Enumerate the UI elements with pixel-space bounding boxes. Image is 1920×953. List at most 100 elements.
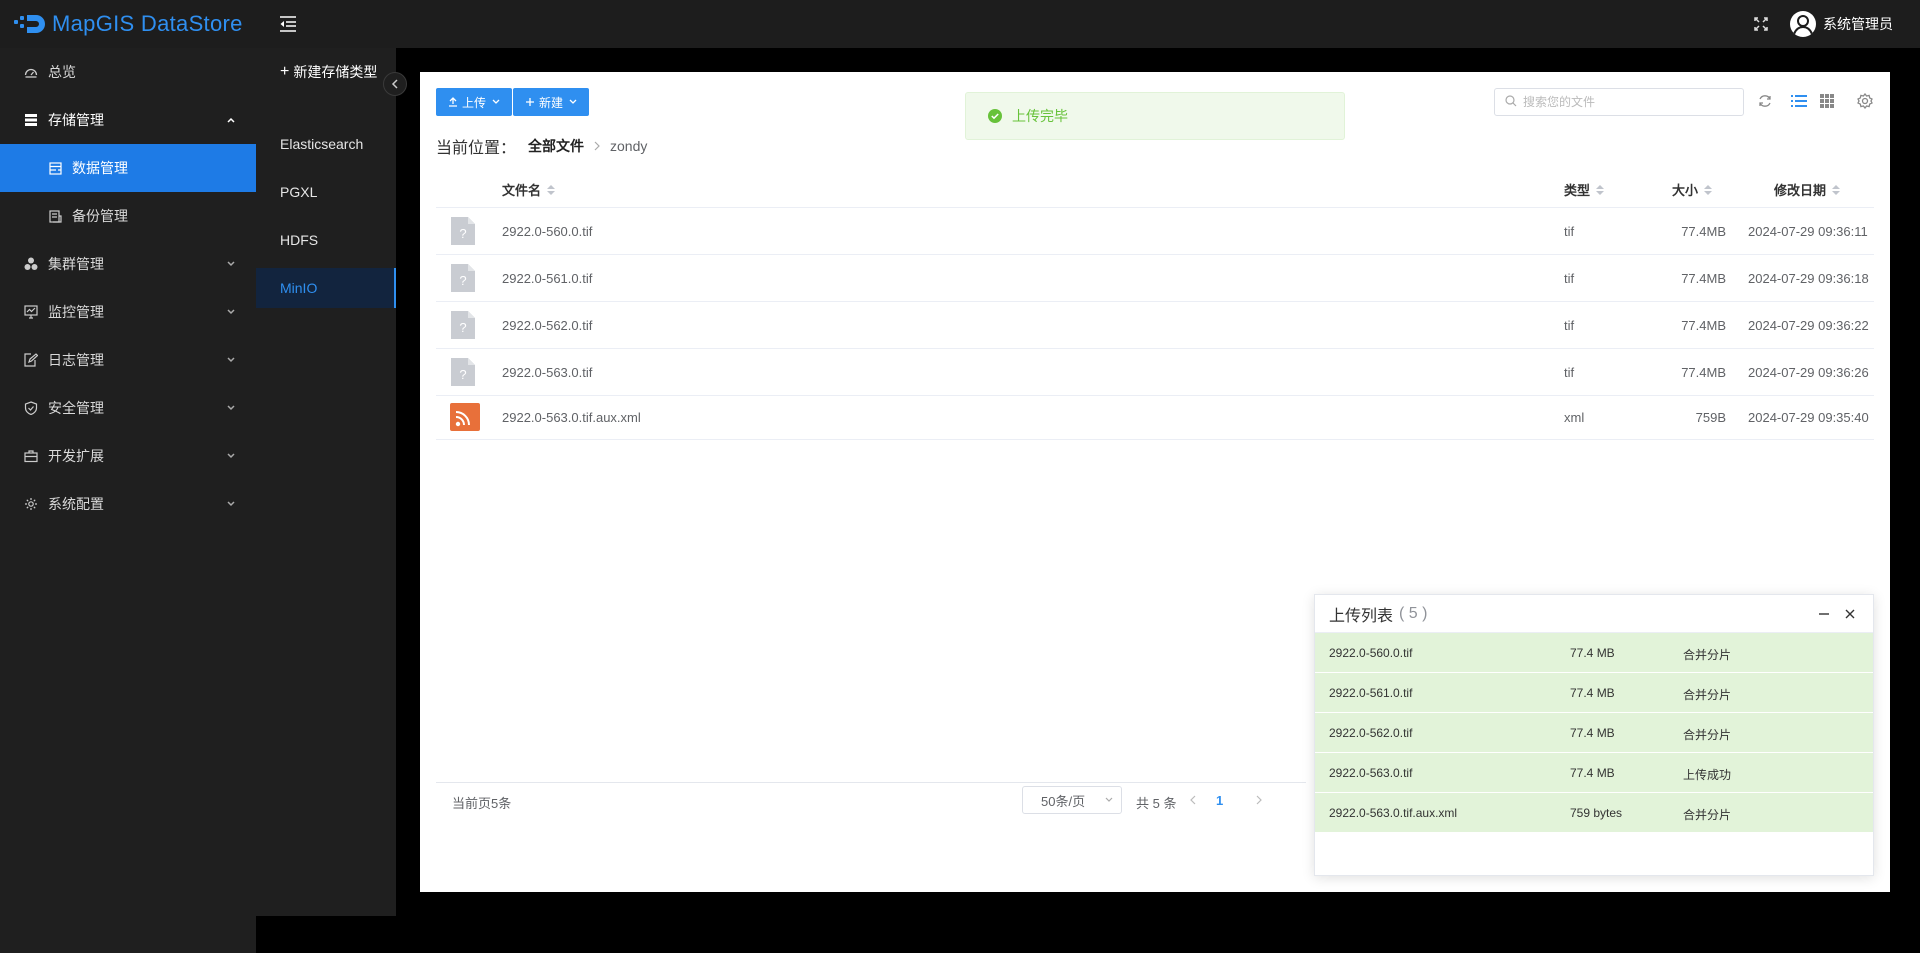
storage-type-minio[interactable]: MinIO [256, 268, 396, 308]
sidebar-item-security[interactable]: 安全管理 [0, 384, 256, 432]
page-number[interactable]: 1 [1216, 793, 1223, 808]
upload-list-header: 上传列表 ( 5 ) [1315, 595, 1873, 633]
page-count-label: 当前页5条 [452, 796, 512, 811]
fullscreen-icon[interactable] [1750, 13, 1772, 35]
chevron-down-icon [226, 451, 236, 461]
sidebar-item-overview[interactable]: 总览 [0, 48, 256, 96]
chevron-left-icon [391, 79, 398, 89]
toolbar-buttons: 上传 新建 [436, 88, 590, 116]
upload-row: 2922.0-562.0.tif 77.4 MB 合并分片 [1315, 713, 1873, 753]
upload-file-name: 2922.0-560.0.tif [1329, 646, 1413, 660]
storage-type-elasticsearch[interactable]: Elasticsearch [256, 124, 396, 164]
file-name[interactable]: 2922.0-562.0.tif [502, 318, 592, 333]
upload-file-size: 759 bytes [1570, 806, 1623, 820]
plus-icon: + [280, 63, 290, 80]
storage-type-hdfs[interactable]: HDFS [256, 220, 396, 260]
file-name[interactable]: 2922.0-563.0.tif.aux.xml [502, 410, 641, 425]
chevron-up-icon [226, 115, 236, 125]
briefcase-icon [24, 449, 38, 463]
upload-row: 2922.0-563.0.tif 77.4 MB 上传成功 [1315, 753, 1873, 793]
breadcrumb-prefix: 当前位置： [436, 140, 517, 157]
plus-icon [525, 97, 535, 107]
file-type: tif [1564, 224, 1575, 239]
chevron-down-icon [226, 259, 236, 269]
file-date: 2024-07-29 09:35:40 [1748, 410, 1869, 425]
svg-text:?: ? [459, 226, 466, 241]
chevron-down-icon [1105, 797, 1113, 803]
file-size: 77.4MB [1681, 318, 1726, 333]
breadcrumb-current: zondy [610, 138, 648, 154]
sidebar-item-system-config[interactable]: 系统配置 [0, 480, 256, 528]
chevron-down-icon [226, 355, 236, 365]
sidebar-item-storage[interactable]: 存储管理 [0, 96, 256, 144]
sidebar-item-dev-extension[interactable]: 开发扩展 [0, 432, 256, 480]
refresh-icon[interactable] [1754, 90, 1776, 112]
grid-view-icon[interactable] [1816, 90, 1838, 112]
sidebar-item-data-management[interactable]: 数据管理 [0, 144, 256, 192]
data-icon [48, 161, 62, 175]
new-storage-type-button[interactable]: + 新建存储类型 [280, 62, 377, 82]
sidebar-item-cluster[interactable]: 集群管理 [0, 240, 256, 288]
user-menu[interactable]: 系统管理员 [1790, 10, 1893, 38]
file-name[interactable]: 2922.0-560.0.tif [502, 224, 592, 239]
sidebar-item-monitor[interactable]: 监控管理 [0, 288, 256, 336]
total-count: 共 5 条 [1136, 796, 1177, 811]
file-size: 77.4MB [1681, 365, 1726, 380]
table-row[interactable]: ? 2922.0-561.0.tif tif 77.4MB 2024-07-29… [436, 255, 1874, 302]
close-icon[interactable] [1843, 607, 1857, 621]
minimize-icon[interactable] [1817, 607, 1831, 621]
backup-icon [48, 209, 62, 223]
column-type[interactable]: 类型 [1564, 180, 1605, 199]
upload-icon [448, 97, 458, 107]
page-scrollbar[interactable] [1910, 48, 1920, 953]
file-type: tif [1564, 271, 1575, 286]
page-size-select[interactable]: 50条/页 [1022, 786, 1122, 814]
upload-file-name: 2922.0-563.0.tif.aux.xml [1329, 806, 1458, 820]
table-row[interactable]: ? 2922.0-560.0.tif tif 77.4MB 2024-07-29… [436, 208, 1874, 255]
table-row[interactable]: ? 2922.0-563.0.tif tif 77.4MB 2024-07-29… [436, 349, 1874, 396]
prev-page-icon[interactable] [1186, 793, 1200, 807]
new-button[interactable]: 新建 [513, 88, 590, 116]
upload-file-size: 77.4 MB [1570, 766, 1615, 780]
app-root: MapGIS DataStore 系统管理员 总览 存储管理 数据管理 备份管理… [0, 0, 1920, 953]
shield-icon [24, 401, 38, 415]
column-size[interactable]: 大小 [1672, 180, 1713, 199]
upload-button[interactable]: 上传 [436, 88, 513, 116]
sort-icon [547, 184, 556, 195]
sidebar-item-logs[interactable]: 日志管理 [0, 336, 256, 384]
unknown-file-icon: ? [451, 358, 475, 386]
file-table: 文件名 类型 大小 修改日期 ? 2922.0-560.0.tif tif 77… [436, 168, 1874, 440]
list-view-icon[interactable] [1788, 90, 1810, 112]
file-name[interactable]: 2922.0-563.0.tif [502, 365, 592, 380]
sort-icon [1704, 184, 1713, 195]
collapse-sidebar-button[interactable] [383, 72, 407, 96]
upload-row: 2922.0-560.0.tif 77.4 MB 合并分片 [1315, 633, 1873, 673]
sidebar-item-backup[interactable]: 备份管理 [0, 192, 256, 240]
log-icon [24, 353, 38, 367]
menu-fold-icon[interactable] [276, 12, 300, 36]
chevron-down-icon [226, 307, 236, 317]
column-date[interactable]: 修改日期 [1774, 180, 1841, 199]
storage-type-pgxl[interactable]: PGXL [256, 172, 396, 212]
chevron-down-icon [226, 499, 236, 509]
logo[interactable]: MapGIS DataStore [14, 10, 243, 38]
svg-text:?: ? [459, 320, 466, 335]
upload-list-count: ( 5 ) [1399, 604, 1428, 622]
settings-icon[interactable] [1854, 90, 1876, 112]
file-name[interactable]: 2922.0-561.0.tif [502, 271, 592, 286]
upload-list-panel: 上传列表 ( 5 ) 2922.0-560.0.tif 77.4 MB 合并分片… [1314, 594, 1874, 876]
storage-icon [24, 113, 38, 127]
logo-text: MapGIS DataStore [52, 11, 243, 36]
next-page-icon[interactable] [1252, 793, 1266, 807]
table-row[interactable]: ? 2922.0-562.0.tif tif 77.4MB 2024-07-29… [436, 302, 1874, 349]
column-name[interactable]: 文件名 [502, 180, 556, 199]
user-name: 系统管理员 [1823, 16, 1893, 32]
file-type: tif [1564, 365, 1575, 380]
file-size: 77.4MB [1681, 271, 1726, 286]
chevron-down-icon [569, 99, 577, 105]
table-row[interactable]: 2922.0-563.0.tif.aux.xml xml 759B 2024-0… [436, 396, 1874, 440]
search-input[interactable] [1523, 95, 1733, 109]
upload-status: 合并分片 [1683, 808, 1732, 822]
breadcrumb-root[interactable]: 全部文件 [528, 136, 584, 156]
file-date: 2024-07-29 09:36:26 [1748, 365, 1869, 380]
